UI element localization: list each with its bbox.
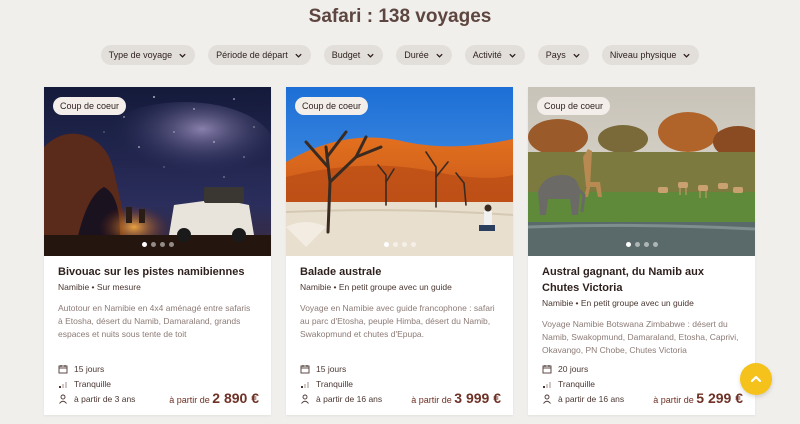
filter-activite[interactable]: Activité [464, 45, 525, 65]
filter-budget[interactable]: Budget [323, 45, 384, 65]
page-title: Safari : 138 voyages [308, 6, 492, 27]
person-icon [59, 394, 67, 404]
trip-duration: 15 jours [58, 361, 259, 376]
trip-level: Tranquille [58, 376, 259, 391]
trip-description: Voyage en Namibie avec guide francophone… [300, 303, 495, 339]
trip-price: à partir de 3 999 € [411, 390, 501, 406]
filter-periode-depart[interactable]: Période de départ [208, 45, 311, 65]
trip-duration: 20 jours [542, 361, 743, 376]
price-prefix: à partir de [411, 395, 452, 405]
person-icon [301, 394, 309, 404]
filter-pays[interactable]: Pays [537, 45, 589, 65]
trip-card[interactable]: Coup de coeur Balade australe Namibie • … [286, 87, 513, 415]
calendar-icon [300, 364, 310, 373]
chevron-down-icon [682, 51, 691, 60]
filter-label: Type de voyage [108, 50, 173, 60]
price-prefix: à partir de [653, 395, 694, 405]
trip-price: à partir de 5 299 € [653, 390, 743, 406]
filter-duree[interactable]: Durée [396, 45, 452, 65]
favorite-badge: Coup de coeur [53, 97, 127, 115]
price-value: 2 890 € [212, 390, 259, 406]
trip-price: à partir de 2 890 € [169, 390, 259, 406]
duration-text: 15 jours [74, 363, 105, 374]
chevron-down-icon [435, 51, 444, 60]
trip-photo[interactable]: Coup de coeur [286, 87, 513, 256]
chevron-down-icon [178, 51, 187, 60]
trip-card[interactable]: Coup de coeur Bivouac sur les pistes nam… [44, 87, 271, 415]
price-value: 5 299 € [696, 390, 743, 406]
person-icon [543, 394, 551, 404]
filter-label: Budget [331, 50, 361, 60]
chevron-down-icon [508, 51, 517, 60]
chevron-up-icon [750, 375, 762, 383]
trip-duration: 15 jours [300, 361, 501, 376]
level-bars-icon [59, 381, 67, 388]
carousel-dots[interactable] [286, 242, 513, 247]
trip-level: Tranquille [300, 376, 501, 391]
chevron-down-icon [572, 51, 581, 60]
filter-label: Activité [472, 50, 502, 60]
calendar-icon [58, 364, 68, 373]
carousel-dots[interactable] [44, 242, 271, 247]
filter-niveau-physique[interactable]: Niveau physique [601, 45, 700, 65]
level-bars-icon [543, 381, 551, 388]
trip-subtitle: Namibie • En petit groupe avec un guide [542, 298, 694, 308]
trip-subtitle: Namibie • Sur mesure [58, 282, 141, 292]
trip-description: Autotour en Namibie en 4x4 aménagé entre… [58, 303, 251, 339]
duration-text: 20 jours [558, 363, 589, 374]
age-text: à partir de 16 ans [558, 393, 625, 404]
trip-subtitle: Namibie • En petit groupe avec un guide [300, 282, 452, 292]
trip-photo[interactable]: Coup de coeur [44, 87, 271, 256]
favorite-badge: Coup de coeur [295, 97, 369, 115]
chevron-down-icon [294, 51, 303, 60]
duration-text: 15 jours [316, 363, 347, 374]
trip-list: Coup de coeur Bivouac sur les pistes nam… [44, 87, 755, 415]
price-value: 3 999 € [454, 390, 501, 406]
trip-title[interactable]: Bivouac sur les pistes namibiennes [58, 264, 257, 280]
trip-photo[interactable]: Coup de coeur [528, 87, 755, 256]
filter-label: Niveau physique [609, 50, 677, 60]
trip-level: Tranquille [542, 376, 743, 391]
filter-bar: Type de voyage Période de départ Budget … [0, 45, 800, 65]
scroll-to-top-button[interactable] [740, 363, 772, 395]
age-text: à partir de 16 ans [316, 393, 383, 404]
trip-card[interactable]: Coup de coeur Austral gagnant, du Namib … [528, 87, 755, 415]
favorite-badge: Coup de coeur [537, 97, 611, 115]
calendar-icon [542, 364, 552, 373]
filter-type-voyage[interactable]: Type de voyage [100, 45, 196, 65]
chevron-down-icon [366, 51, 375, 60]
price-prefix: à partir de [169, 395, 210, 405]
carousel-dots[interactable] [528, 242, 755, 247]
level-text: Tranquille [316, 378, 354, 389]
filter-label: Période de départ [216, 50, 288, 60]
age-text: à partir de 3 ans [74, 393, 136, 404]
level-text: Tranquille [74, 378, 112, 389]
filter-label: Durée [404, 50, 429, 60]
level-text: Tranquille [558, 378, 596, 389]
trip-description: Voyage Namibie Botswana Zimbabwe : déser… [542, 319, 739, 355]
trip-title[interactable]: Balade australe [300, 264, 499, 280]
trip-title[interactable]: Austral gagnant, du Namib aux Chutes Vic… [542, 264, 741, 296]
filter-label: Pays [545, 50, 566, 60]
level-bars-icon [301, 381, 309, 388]
